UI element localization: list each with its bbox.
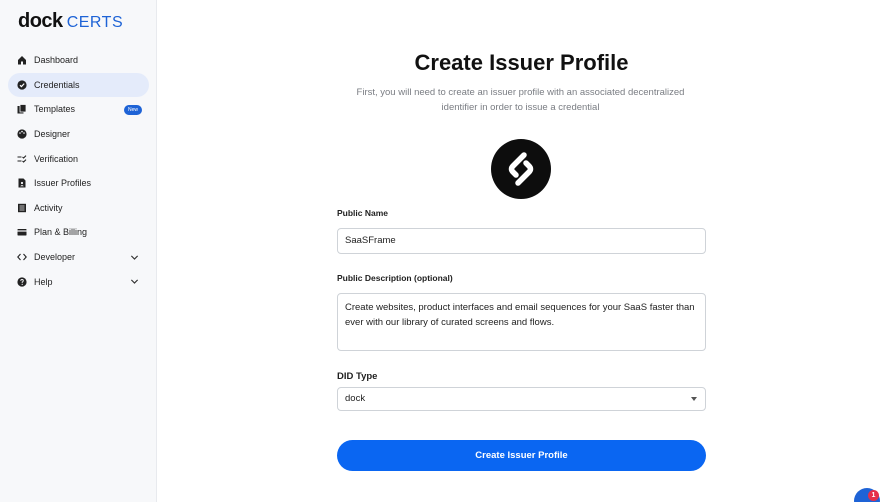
page-title: Create Issuer Profile xyxy=(414,50,629,75)
sidebar-item-label: Help xyxy=(34,276,53,287)
did-type-label: DID Type xyxy=(337,371,378,382)
public-description-textarea[interactable]: Create websites, product interfaces and … xyxy=(337,293,706,351)
new-badge: New xyxy=(123,104,142,115)
brand-logo[interactable]: dock CERTS xyxy=(18,10,123,33)
chevron-down-icon[interactable] xyxy=(130,277,139,286)
sidebar-item-activity[interactable]: Activity xyxy=(8,196,149,221)
brand-product: CERTS xyxy=(66,14,124,31)
sidebar-item-templates[interactable]: Templates New xyxy=(8,97,149,122)
public-description-label: Public Description (optional) xyxy=(337,273,453,283)
sidebar-item-label: Activity xyxy=(34,202,63,213)
code-icon xyxy=(17,252,27,262)
credit-card-icon xyxy=(17,227,27,237)
list-icon xyxy=(17,203,27,213)
checklist-icon xyxy=(17,154,27,164)
chevron-down-icon[interactable] xyxy=(130,253,139,262)
help-icon xyxy=(17,277,27,287)
issuer-logo-upload[interactable] xyxy=(491,139,551,199)
public-name-input[interactable]: SaaSFrame xyxy=(337,228,706,254)
create-issuer-profile-button[interactable]: Create Issuer Profile xyxy=(337,440,706,471)
sidebar-nav: Dashboard Credentials Templates New Desi… xyxy=(8,48,149,294)
sidebar-item-label: Dashboard xyxy=(34,55,79,66)
home-icon xyxy=(17,55,27,65)
sidebar-item-developer[interactable]: Developer xyxy=(8,245,149,270)
sidebar-item-label: Developer xyxy=(34,252,76,263)
did-type-value: dock xyxy=(345,393,366,404)
main-content: Create Issuer Profile First, you will ne… xyxy=(158,0,885,502)
sidebar-item-designer[interactable]: Designer xyxy=(8,122,149,147)
brand-name: dock xyxy=(18,10,63,32)
sidebar-item-dashboard[interactable]: Dashboard xyxy=(8,48,149,73)
document-person-icon xyxy=(17,178,27,188)
sidebar-item-label: Verification xyxy=(34,153,79,164)
sidebar-item-label: Designer xyxy=(34,129,71,140)
sidebar-item-plan-billing[interactable]: Plan & Billing xyxy=(8,220,149,245)
copy-icon xyxy=(17,104,27,114)
verified-badge-icon xyxy=(17,80,27,90)
sidebar-item-verification[interactable]: Verification xyxy=(8,146,149,171)
caret-down-icon xyxy=(691,397,697,401)
saasframe-logo-icon xyxy=(508,152,534,186)
sidebar-item-issuer-profiles[interactable]: Issuer Profiles xyxy=(8,171,149,196)
palette-icon xyxy=(17,129,27,139)
did-type-select[interactable]: dock xyxy=(337,387,706,411)
sidebar-item-label: Plan & Billing xyxy=(34,227,88,238)
sidebar-item-label: Credentials xyxy=(34,79,80,90)
page-subtitle: First, you will need to create an issuer… xyxy=(356,87,685,113)
sidebar-item-label: Templates xyxy=(34,104,76,115)
sidebar: dock CERTS Dashboard Credentials Templat… xyxy=(0,0,157,502)
chat-unread-badge: 1 xyxy=(868,490,879,501)
sidebar-item-help[interactable]: Help xyxy=(8,269,149,294)
public-name-label: Public Name xyxy=(337,208,389,218)
sidebar-item-label: Issuer Profiles xyxy=(34,178,92,189)
sidebar-item-credentials[interactable]: Credentials xyxy=(8,72,149,98)
